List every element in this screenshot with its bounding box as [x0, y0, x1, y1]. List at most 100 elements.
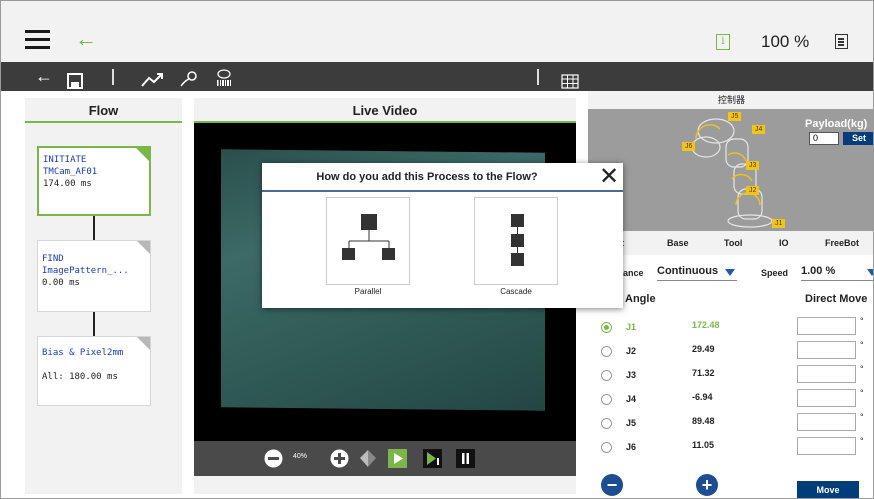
parallel-label: Parallel	[354, 287, 382, 296]
pause-icon[interactable]	[456, 449, 475, 473]
tab-io[interactable]: IO	[779, 231, 789, 255]
joint-tag-j2: J2	[746, 186, 760, 195]
move-button[interactable]: Move	[797, 481, 859, 498]
direct-move-input[interactable]	[797, 413, 856, 431]
node-type: Bias & Pixel2mm	[42, 348, 124, 358]
joint-name: J4	[626, 394, 637, 404]
joint-value: 11.05	[692, 440, 715, 450]
direct-move-label: Direct Move	[805, 293, 868, 305]
speed-select-value: 1.00 %	[801, 265, 836, 277]
cascade-option-button[interactable]	[474, 197, 558, 285]
direct-move-input[interactable]	[797, 365, 856, 383]
fit-view-icon[interactable]	[360, 449, 377, 473]
tab-tool[interactable]: Tool	[724, 231, 742, 255]
tab-freebot[interactable]: FreeBot	[825, 231, 859, 255]
joint-value: 172.48	[692, 320, 720, 330]
joint-row-j1[interactable]: J1 172.48 °	[601, 316, 871, 339]
play-icon[interactable]	[388, 449, 407, 473]
direct-move-input[interactable]	[797, 341, 856, 359]
parallel-option-button[interactable]	[326, 197, 410, 285]
joint-radio[interactable]	[601, 418, 612, 429]
cascade-icon	[511, 214, 524, 266]
payload-input[interactable]: 0	[809, 132, 839, 145]
node-corner-marker	[137, 337, 150, 350]
trend-icon[interactable]	[141, 68, 163, 87]
joint-tag-j5: J5	[728, 112, 742, 121]
chevron-down-icon	[867, 269, 873, 276]
zoom-level: 100 %	[761, 32, 810, 51]
node-type: FIND	[42, 254, 64, 264]
joint-tag-j6: J6	[682, 142, 696, 151]
joint-name: J6	[626, 442, 637, 452]
document-icon[interactable]	[835, 34, 848, 49]
joint-name: J2	[626, 346, 637, 356]
joint-radio[interactable]	[601, 442, 612, 453]
angle-label: Angle	[625, 293, 656, 305]
node-type: INITIATE	[43, 155, 87, 165]
cascade-label: Cascade	[500, 287, 532, 296]
node-corner-marker	[136, 148, 149, 161]
node-time: 174.00 ms	[43, 179, 92, 189]
joint-row-j6[interactable]: J6 11.05 °	[601, 436, 871, 459]
flow-panel-title: Flow	[25, 98, 182, 123]
node-name: TMCam_AF01	[43, 167, 98, 177]
mode-select[interactable]: Continuous	[657, 265, 737, 281]
node-time: All: 180.00 ms	[42, 372, 118, 382]
save-icon[interactable]	[67, 69, 83, 89]
direct-move-input[interactable]	[797, 389, 856, 407]
toolbar-separator	[112, 69, 114, 85]
joint-name: J3	[626, 370, 637, 380]
joint-tag-j4: J4	[752, 125, 766, 134]
degree-mark: °	[860, 412, 864, 422]
node-corner-marker	[137, 241, 150, 254]
controller-header: 控制器	[588, 91, 873, 109]
barcode-icon[interactable]	[216, 67, 232, 87]
app-window: ← i 100 % ← Flow INITIATE TMCam_AF01 174…	[0, 0, 874, 499]
payload-set-button[interactable]: Set	[843, 132, 873, 145]
direct-move-input[interactable]	[797, 317, 856, 335]
flow-connector	[93, 216, 95, 240]
back-icon[interactable]: ←	[35, 62, 53, 91]
joint-radio[interactable]	[601, 394, 612, 405]
degree-mark: °	[860, 436, 864, 446]
chevron-down-icon	[725, 269, 735, 276]
flow-node-bias[interactable]: Bias & Pixel2mm All: 180.00 ms	[37, 336, 151, 406]
speed-select[interactable]: 1.00 %	[801, 265, 873, 281]
node-name: ImagePattern_...	[42, 266, 129, 276]
node-time: 0.00 ms	[42, 278, 80, 288]
zoom-out-icon[interactable]	[264, 449, 283, 473]
joint-radio[interactable]	[601, 370, 612, 381]
joint-value: -6.94	[692, 392, 713, 402]
grid-icon[interactable]	[561, 69, 579, 89]
zoom-in-icon[interactable]	[330, 449, 349, 473]
back-arrow-icon[interactable]: ←	[75, 28, 97, 50]
info-icon[interactable]: i	[716, 34, 730, 50]
minus-button-icon[interactable]: −	[601, 474, 623, 496]
joint-row-j2[interactable]: J2 29.49 °	[601, 340, 871, 363]
joint-radio[interactable]	[601, 346, 612, 357]
video-panel-title: Live Video	[194, 98, 576, 123]
close-icon[interactable]: ✕	[599, 165, 619, 189]
hamburger-menu-icon[interactable]	[25, 30, 50, 50]
plus-button-icon[interactable]: +	[696, 474, 718, 496]
mode-select-value: Continuous	[657, 265, 719, 277]
joint-row-j3[interactable]: J3 71.32 °	[601, 364, 871, 387]
dialog-divider	[262, 190, 623, 192]
step-icon[interactable]	[423, 449, 442, 473]
joint-tag-j1: J1	[772, 219, 786, 228]
point-icon[interactable]	[179, 68, 199, 87]
mode-label: ance	[623, 268, 644, 278]
flow-node-initiate[interactable]: INITIATE TMCam_AF01 174.00 ms	[37, 146, 151, 216]
joint-radio[interactable]	[601, 322, 612, 333]
tab-base[interactable]: Base	[667, 231, 689, 255]
zoom-percent: 40%	[293, 453, 308, 460]
degree-mark: °	[860, 388, 864, 398]
direct-move-input[interactable]	[797, 437, 856, 455]
controller-tabs: t Base Tool IO FreeBot	[588, 231, 873, 255]
payload-label: Payload(kg)	[805, 118, 868, 130]
flow-node-find[interactable]: FIND ImagePattern_... 0.00 ms	[37, 240, 151, 312]
toolbar-separator	[537, 69, 539, 85]
degree-mark: °	[860, 364, 864, 374]
joint-row-j5[interactable]: J5 89.48 °	[601, 412, 871, 435]
joint-row-j4[interactable]: J4 -6.94 °	[601, 388, 871, 411]
